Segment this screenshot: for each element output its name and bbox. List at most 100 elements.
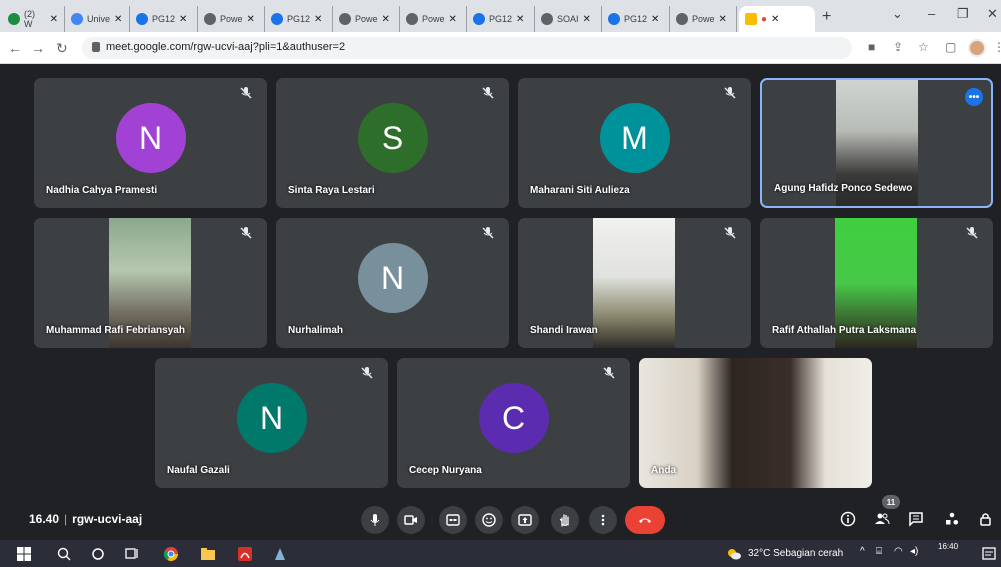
close-icon[interactable]: ✕ xyxy=(114,14,122,25)
window-close-icon[interactable]: ✕ xyxy=(987,6,998,22)
tab-favicon xyxy=(541,13,553,25)
wifi-icon[interactable]: ◠ xyxy=(894,546,903,557)
host-controls-button[interactable] xyxy=(975,508,997,530)
chevron-up-icon[interactable]: ^ xyxy=(860,546,865,557)
activities-button[interactable] xyxy=(941,508,963,530)
camera-icon[interactable]: ■ xyxy=(868,40,875,54)
meeting-details-button[interactable] xyxy=(837,508,859,530)
close-icon[interactable]: ✕ xyxy=(771,14,779,25)
tab-label: PG12 xyxy=(287,14,311,24)
menu-dots-icon[interactable]: ⋮ xyxy=(993,40,1001,54)
reactions-button[interactable] xyxy=(475,506,503,534)
close-icon[interactable]: ✕ xyxy=(719,14,727,25)
present-button[interactable] xyxy=(511,506,539,534)
reload-icon[interactable]: ↻ xyxy=(56,40,68,57)
notifications-icon[interactable] xyxy=(981,546,997,562)
chat-button[interactable] xyxy=(905,508,927,530)
participant-tile[interactable]: S Sinta Raya Lestari xyxy=(276,78,509,208)
search-icon[interactable] xyxy=(56,546,72,562)
close-icon[interactable]: ✕ xyxy=(449,14,457,25)
mic-off-icon xyxy=(240,227,252,239)
avatar-initial: M xyxy=(621,119,648,156)
tab-label: PG12 xyxy=(624,14,648,24)
browser-tab[interactable]: Powe ✕ xyxy=(400,6,467,32)
people-button[interactable] xyxy=(871,508,893,530)
browser-tab[interactable]: Powe ✕ xyxy=(333,6,400,32)
browser-tab[interactable]: SOAI ✕ xyxy=(535,6,602,32)
close-icon[interactable]: ✕ xyxy=(651,14,659,25)
network-icon[interactable]: ⌸ xyxy=(876,546,882,557)
back-icon[interactable]: ← xyxy=(8,40,22,56)
participant-video xyxy=(593,218,675,348)
participant-tile[interactable]: Shandi Irawan xyxy=(518,218,751,348)
browser-tab-bar: (2) W ✕ Unive ✕ PG12 ✕ Powe ✕ PG12 ✕ Powe ✕ Po… xyxy=(0,0,1001,32)
participant-tile[interactable]: Rafif Athallah Putra Laksmana xyxy=(760,218,993,348)
lock-icon xyxy=(92,42,100,52)
forward-icon[interactable]: → xyxy=(31,40,45,56)
close-icon[interactable]: ✕ xyxy=(247,14,255,25)
new-tab-icon[interactable]: + xyxy=(822,8,831,26)
volume-icon[interactable]: ◂) xyxy=(910,546,918,557)
mic-off-icon xyxy=(482,227,494,239)
close-icon[interactable]: ✕ xyxy=(382,14,390,25)
share-icon[interactable]: ⇪ xyxy=(893,40,903,54)
participant-name: Nadhia Cahya Pramesti xyxy=(46,185,158,196)
browser-tab[interactable]: PG12 ✕ xyxy=(602,6,670,32)
browser-tab-active[interactable]: ● ✕ xyxy=(739,6,815,32)
browser-tab[interactable]: PG12 ✕ xyxy=(130,6,198,32)
video-camera-icon xyxy=(404,515,417,525)
end-call-button[interactable] xyxy=(625,506,665,534)
mic-off-icon xyxy=(603,367,615,379)
close-icon[interactable]: ✕ xyxy=(583,14,591,25)
tab-favicon xyxy=(339,13,351,25)
profile-avatar[interactable] xyxy=(968,39,986,57)
close-icon[interactable]: ✕ xyxy=(314,14,322,25)
close-icon[interactable]: ✕ xyxy=(50,14,58,25)
more-options-button[interactable] xyxy=(589,506,617,534)
cortana-icon[interactable] xyxy=(90,546,106,562)
participant-tile[interactable]: C Cecep Nuryana xyxy=(397,358,630,488)
participant-tile[interactable]: M Maharani Siti Aulieza xyxy=(518,78,751,208)
lock-person-icon xyxy=(980,513,991,526)
camera-button[interactable] xyxy=(397,506,425,534)
avatar: S xyxy=(357,103,428,173)
more-options-icon[interactable]: ••• xyxy=(965,88,983,106)
avatar: C xyxy=(478,383,549,453)
tab-search-icon[interactable]: ⌄ xyxy=(892,6,903,22)
windows-start-icon[interactable] xyxy=(16,546,32,562)
browser-tab[interactable]: PG12 ✕ xyxy=(467,6,535,32)
meeting-grid: N Nadhia Cahya Pramesti S Sinta Raya Les… xyxy=(0,64,1001,500)
tab-label: Unive xyxy=(87,14,111,24)
participant-name: Maharani Siti Aulieza xyxy=(530,185,630,196)
participant-tile[interactable]: N Naufal Gazali xyxy=(155,358,388,488)
system-clock[interactable]: 16:40 xyxy=(938,542,958,552)
app-icon[interactable] xyxy=(272,546,288,562)
captions-button[interactable] xyxy=(439,506,467,534)
close-icon[interactable]: ✕ xyxy=(516,14,524,25)
browser-tab[interactable]: Powe ✕ xyxy=(198,6,265,32)
restore-icon[interactable]: ❐ xyxy=(957,6,969,22)
url-text: meet.google.com/rgw-ucvi-aaj?pli=1&authu… xyxy=(106,41,346,53)
browser-tab[interactable]: (2) W ✕ xyxy=(2,6,65,32)
weather-text[interactable]: 32°C Sebagian cerah xyxy=(748,548,843,559)
participant-tile[interactable]: Muhammad Rafi Febriansyah xyxy=(34,218,267,348)
chrome-icon[interactable] xyxy=(163,546,179,562)
url-field[interactable]: meet.google.com/rgw-ucvi-aaj?pli=1&authu… xyxy=(82,37,852,59)
raise-hand-button[interactable] xyxy=(551,506,579,534)
browser-tab[interactable]: Unive ✕ xyxy=(65,6,130,32)
close-icon[interactable]: ✕ xyxy=(179,14,187,25)
minimize-icon[interactable]: – xyxy=(928,6,935,21)
task-view-icon[interactable] xyxy=(124,546,140,562)
mic-button[interactable] xyxy=(361,506,389,534)
bookmark-star-icon[interactable]: ☆ xyxy=(918,40,929,54)
tab-favicon xyxy=(8,13,20,25)
self-view-tile[interactable]: Anda xyxy=(639,358,872,488)
browser-tab[interactable]: PG12 ✕ xyxy=(265,6,333,32)
participant-tile-pinned[interactable]: ••• Agung Hafidz Ponco Sedewo xyxy=(760,78,993,208)
browser-tab[interactable]: Powe ✕ xyxy=(670,6,737,32)
participant-tile[interactable]: N Nadhia Cahya Pramesti xyxy=(34,78,267,208)
participant-tile[interactable]: N Nurhalimah xyxy=(276,218,509,348)
acrobat-icon[interactable] xyxy=(237,546,253,562)
file-explorer-icon[interactable] xyxy=(200,546,216,562)
side-panel-icon[interactable]: ▢ xyxy=(945,40,956,54)
